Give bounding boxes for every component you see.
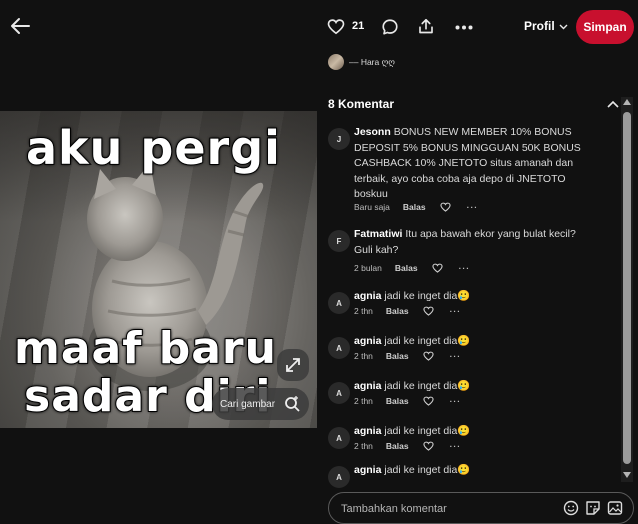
commenter-avatar[interactable]: A bbox=[328, 292, 350, 314]
comment-body: agnia jadi ke inget dia🥲 bbox=[354, 424, 590, 440]
commenter-avatar[interactable]: A bbox=[328, 427, 350, 449]
comment-more-icon[interactable]: ··· bbox=[450, 441, 462, 451]
comment-meta: 2 thn Balas ··· bbox=[354, 306, 461, 316]
heart-icon[interactable] bbox=[327, 18, 345, 35]
share-icon[interactable] bbox=[417, 17, 435, 36]
back-arrow-icon[interactable] bbox=[10, 17, 30, 35]
commenter-name[interactable]: Jesonn bbox=[354, 126, 391, 138]
collapse-comments-icon[interactable] bbox=[607, 100, 619, 108]
commenter-name[interactable]: Fatmatiwi bbox=[354, 228, 402, 240]
expand-image-button[interactable] bbox=[277, 349, 309, 381]
meme-text-bottom-1: maaf baru bbox=[13, 322, 277, 375]
scroll-up-arrow-icon[interactable] bbox=[623, 99, 631, 105]
comment-time: Baru saja bbox=[354, 202, 390, 212]
comment-time: 2 thn bbox=[354, 351, 373, 361]
comment-body: agnia jadi ke inget dia🥲 bbox=[354, 334, 590, 350]
more-options-icon[interactable] bbox=[455, 25, 473, 30]
comment-more-icon[interactable]: ··· bbox=[459, 263, 471, 273]
comment-text: jadi ke inget dia🥲 bbox=[384, 464, 471, 476]
visual-search-icon bbox=[283, 395, 301, 413]
comment-body: agnia jadi ke inget dia🥲 bbox=[354, 289, 590, 305]
comments-title: 8 Komentar bbox=[328, 97, 395, 111]
save-button[interactable]: Simpan bbox=[576, 10, 634, 44]
commenter-name[interactable]: agnia bbox=[354, 464, 381, 476]
comment-time: 2 thn bbox=[354, 396, 373, 406]
comment-more-icon[interactable]: ··· bbox=[467, 202, 479, 212]
comment-time: 2 thn bbox=[354, 306, 373, 316]
commenter-name[interactable]: agnia bbox=[354, 335, 381, 347]
image-upload-icon[interactable] bbox=[607, 500, 623, 516]
comment-time: 2 bulan bbox=[354, 263, 382, 273]
comment-input[interactable] bbox=[339, 500, 553, 518]
comment-meta: 2 thn Balas ··· bbox=[354, 441, 461, 451]
comment-heart-icon[interactable] bbox=[431, 263, 443, 273]
comment-meta: Baru saja Balas ··· bbox=[354, 202, 478, 212]
chevron-down-icon bbox=[559, 24, 568, 30]
comment-text: jadi ke inget dia🥲 bbox=[384, 425, 471, 437]
commenter-name[interactable]: agnia bbox=[354, 380, 381, 392]
comment-more-icon[interactable]: ··· bbox=[450, 351, 462, 361]
comment-more-icon[interactable]: ··· bbox=[450, 396, 462, 406]
comment-composer[interactable] bbox=[328, 492, 634, 524]
reply-button[interactable]: Balas bbox=[403, 202, 426, 212]
comment-body: agnia jadi ke inget dia🥲 bbox=[354, 463, 590, 479]
scroll-down-arrow-icon[interactable] bbox=[623, 472, 631, 478]
meme-text-top: aku pergi bbox=[25, 120, 281, 176]
comment-heart-icon[interactable] bbox=[440, 202, 451, 212]
comment-text: jadi ke inget dia🥲 bbox=[384, 290, 471, 302]
comment-body: Jesonn BONUS NEW MEMBER 10% BONUS DEPOSI… bbox=[354, 125, 590, 203]
profile-label: Profil bbox=[524, 19, 555, 33]
comment-more-icon[interactable]: ··· bbox=[450, 306, 462, 316]
commenter-avatar[interactable]: F bbox=[328, 230, 350, 252]
comment-bubble-icon[interactable] bbox=[381, 18, 399, 36]
profile-dropdown[interactable]: Profil bbox=[524, 19, 568, 33]
comment-meta: 2 bulan Balas ··· bbox=[354, 263, 470, 273]
commenter-avatar[interactable]: A bbox=[328, 382, 350, 404]
commenter-name[interactable]: agnia bbox=[354, 290, 381, 302]
reply-button[interactable]: Balas bbox=[386, 351, 409, 361]
comment-body: Fatmatiwi Itu apa bawah ekor yang bulat … bbox=[354, 227, 590, 258]
expand-icon bbox=[286, 358, 300, 372]
reply-button[interactable]: Balas bbox=[386, 441, 409, 451]
pin-image[interactable]: aku pergi maaf baru sadar diri Cari gamb… bbox=[0, 111, 317, 428]
comment-time: 2 thn bbox=[354, 441, 373, 451]
comment-text: jadi ke inget dia🥲 bbox=[384, 380, 471, 392]
search-image-button[interactable]: Cari gambar bbox=[212, 388, 309, 420]
search-image-label: Cari gambar bbox=[220, 398, 276, 410]
reply-button[interactable]: Balas bbox=[386, 306, 409, 316]
comment-heart-icon[interactable] bbox=[423, 441, 434, 451]
sticker-icon[interactable] bbox=[585, 500, 601, 516]
commenter-avatar[interactable]: A bbox=[328, 337, 350, 359]
comment-heart-icon[interactable] bbox=[423, 351, 434, 361]
comment-meta: 2 thn Balas ··· bbox=[354, 396, 461, 406]
comment-meta: 2 thn Balas ··· bbox=[354, 351, 461, 361]
reply-button[interactable]: Balas bbox=[386, 396, 409, 406]
comment-text: jadi ke inget dia🥲 bbox=[384, 335, 471, 347]
comment-heart-icon[interactable] bbox=[423, 306, 434, 316]
comment-body: agnia jadi ke inget dia🥲 bbox=[354, 379, 590, 395]
comments-scrollbar-thumb[interactable] bbox=[623, 112, 631, 464]
commenter-name[interactable]: agnia bbox=[354, 425, 381, 437]
commenter-avatar[interactable]: J bbox=[328, 128, 350, 150]
comment-heart-icon[interactable] bbox=[423, 396, 434, 406]
reply-button[interactable]: Balas bbox=[395, 263, 418, 273]
author-name[interactable]: ‒‒ Hara ღღ bbox=[349, 57, 395, 68]
like-count: 21 bbox=[352, 20, 365, 32]
emoji-icon[interactable] bbox=[563, 500, 579, 516]
commenter-avatar[interactable]: A bbox=[328, 466, 350, 488]
author-avatar[interactable] bbox=[328, 54, 344, 70]
